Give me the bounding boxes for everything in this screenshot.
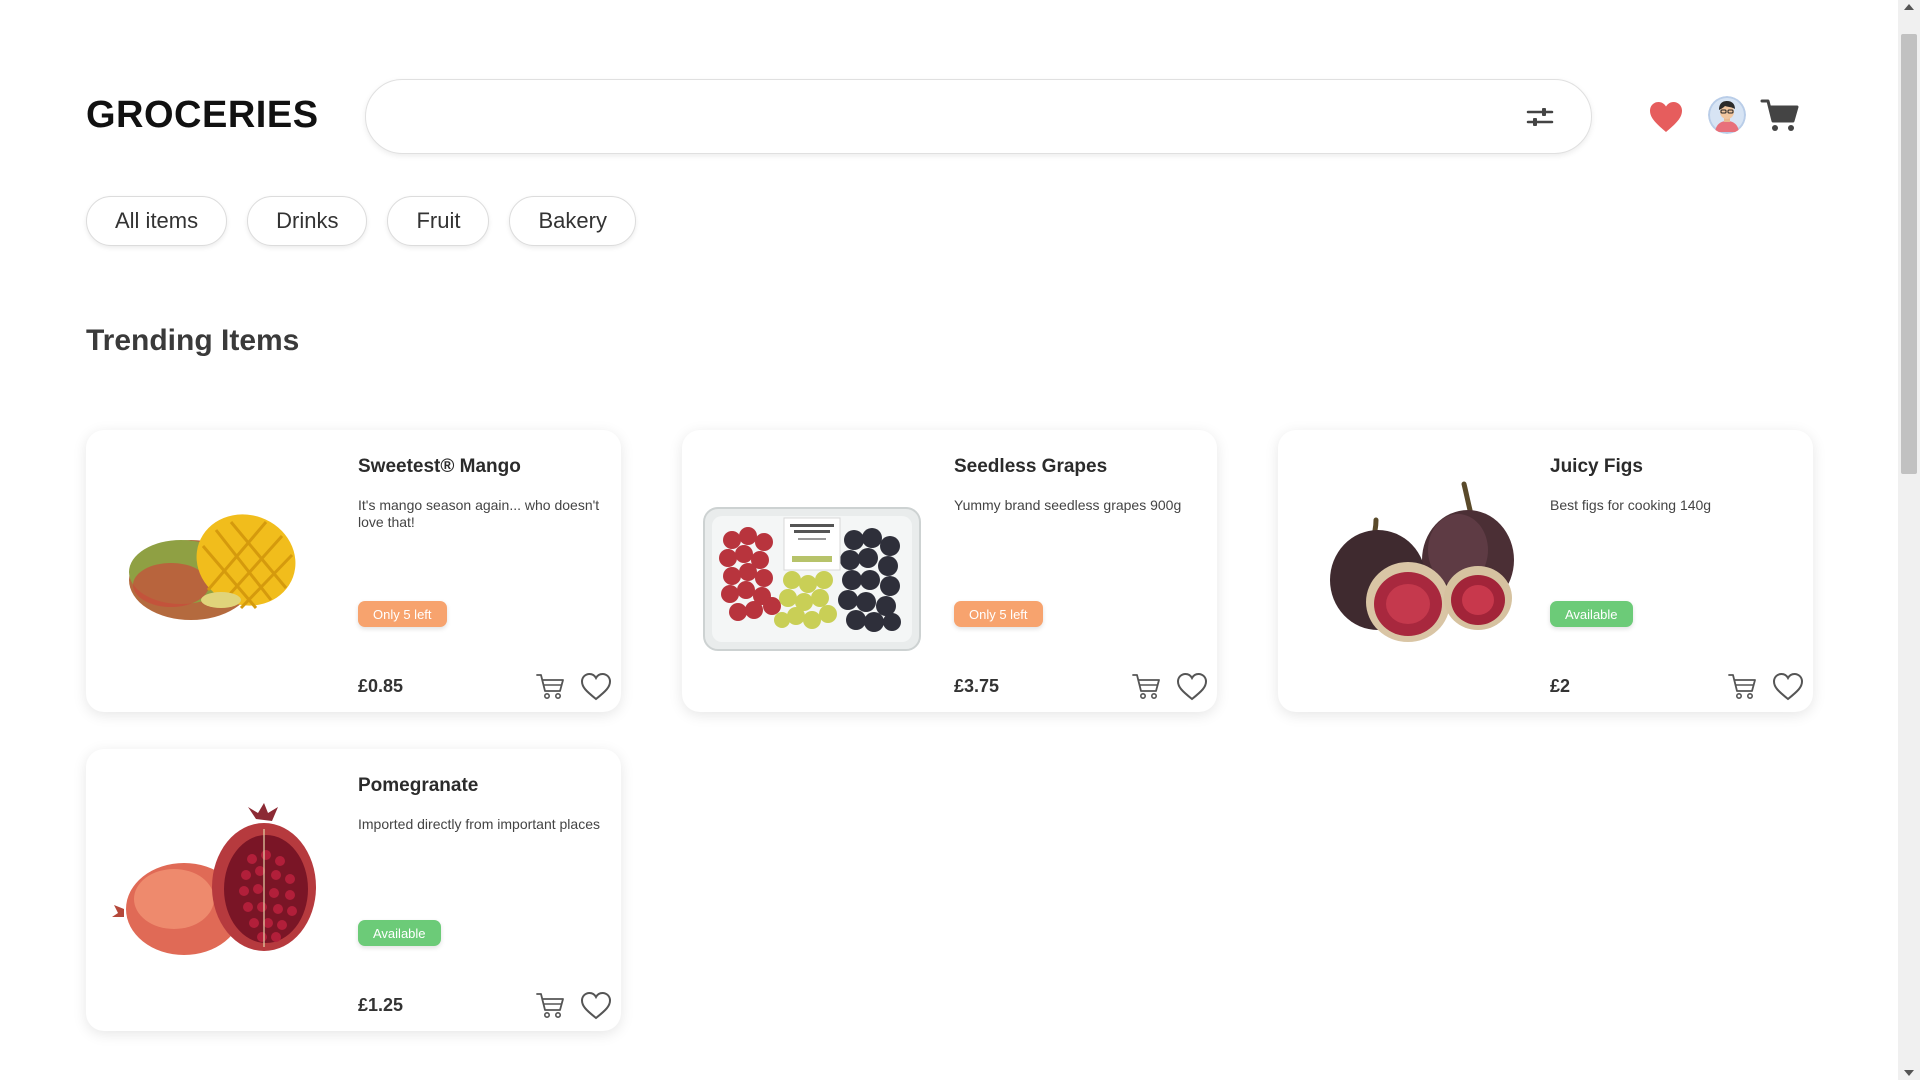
avatar[interactable]	[1708, 96, 1746, 134]
add-to-cart-icon[interactable]	[535, 991, 565, 1019]
stock-badge: Only 5 left	[358, 601, 447, 627]
product-name[interactable]: Pomegranate	[358, 775, 478, 797]
figs-image	[1330, 481, 1514, 642]
scroll-up-arrow-icon[interactable]	[1904, 4, 1914, 10]
add-to-cart-icon[interactable]	[1131, 672, 1161, 700]
category-chip-fruit[interactable]: Fruit	[387, 196, 490, 246]
favorite-heart-icon[interactable]	[580, 672, 612, 702]
search-input[interactable]	[396, 80, 1496, 153]
product-price: £2	[1550, 676, 1571, 696]
search-bar[interactable]	[365, 79, 1592, 154]
product-description: Imported directly from important places	[358, 816, 600, 832]
product-price: £1.25	[358, 995, 404, 1015]
favorite-heart-icon[interactable]	[1772, 672, 1804, 702]
scrollbar-thumb[interactable]	[1901, 34, 1917, 474]
stock-badge: Only 5 left	[954, 601, 1043, 627]
vertical-scrollbar[interactable]	[1898, 0, 1920, 1080]
product-card-mango[interactable]: Sweetest® Mango It's mango season again.…	[86, 430, 621, 712]
product-card-grapes[interactable]: Seedless Grapes Yummy brand seedless gra…	[682, 430, 1217, 712]
category-filters: All items Drinks Fruit Bakery	[86, 196, 636, 246]
grapes-image	[703, 507, 921, 651]
favorites-heart-icon[interactable]	[1648, 100, 1684, 134]
app-logo[interactable]: GROCERIES	[86, 94, 319, 137]
favorite-heart-icon[interactable]	[1176, 672, 1208, 702]
product-description: It's mango season again... who doesn't l…	[358, 497, 600, 530]
product-price: £0.85	[358, 676, 404, 696]
product-price: £3.75	[954, 676, 1000, 696]
pomegranate-image	[112, 803, 316, 955]
stock-badge: Available	[1550, 601, 1633, 627]
groceries-page: GROCERIES All items Drinks Fruit Bakery	[0, 0, 1898, 1080]
category-chip-bakery[interactable]: Bakery	[509, 196, 636, 246]
product-description: Best figs for cooking 140g	[1550, 497, 1712, 513]
scroll-down-arrow-icon[interactable]	[1904, 1070, 1914, 1076]
cart-icon[interactable]	[1760, 96, 1800, 134]
section-title: Trending Items	[86, 324, 300, 357]
stock-badge: Available	[358, 920, 441, 946]
product-card-figs[interactable]: Juicy Figs Best figs for cooking 140g Av…	[1278, 430, 1813, 712]
product-name[interactable]: Juicy Figs	[1550, 456, 1643, 478]
mango-image	[129, 514, 296, 620]
product-name[interactable]: Seedless Grapes	[954, 456, 1107, 478]
category-chip-all-items[interactable]: All items	[86, 196, 228, 246]
product-card-pomegranate[interactable]: Pomegranate Imported directly from impor…	[86, 749, 621, 1031]
product-name[interactable]: Sweetest® Mango	[358, 456, 521, 478]
favorite-heart-icon[interactable]	[580, 991, 612, 1021]
category-chip-drinks[interactable]: Drinks	[247, 196, 368, 246]
product-description: Yummy brand seedless grapes 900g	[954, 497, 1182, 513]
filter-icon[interactable]	[1525, 102, 1555, 132]
add-to-cart-icon[interactable]	[1727, 672, 1757, 700]
add-to-cart-icon[interactable]	[535, 672, 565, 700]
